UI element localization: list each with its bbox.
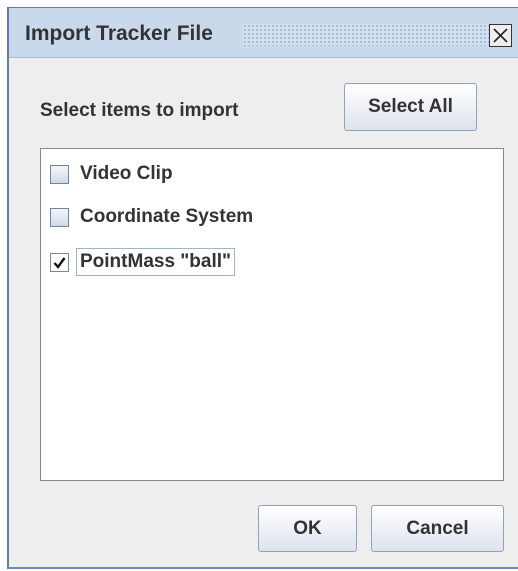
cancel-button[interactable]: Cancel: [371, 505, 504, 552]
coordinate-system-checkbox[interactable]: [50, 207, 69, 227]
import-items-list: Video Clip Coordinate System PointMass "…: [40, 148, 504, 481]
list-item-coordinate-system[interactable]: Coordinate System: [50, 201, 257, 233]
list-item-video-clip[interactable]: Video Clip: [50, 158, 177, 190]
title-bar-grip: [243, 24, 493, 46]
dialog-title: Import Tracker File: [25, 22, 213, 45]
close-button[interactable]: [489, 24, 512, 47]
close-icon: [493, 28, 508, 43]
checkmark-icon: [53, 256, 66, 269]
pointmass-ball-checkbox[interactable]: [50, 252, 69, 272]
coordinate-system-label: Coordinate System: [80, 206, 254, 227]
import-prompt-label: Select items to import: [40, 100, 239, 121]
video-clip-checkbox[interactable]: [50, 164, 69, 184]
select-all-button[interactable]: Select All: [344, 83, 477, 131]
ok-button[interactable]: OK: [258, 505, 357, 552]
list-item-pointmass-ball[interactable]: PointMass "ball": [50, 246, 236, 278]
video-clip-label: Video Clip: [80, 163, 173, 184]
import-tracker-dialog: Import Tracker File Select items to impo…: [7, 7, 518, 569]
title-bar[interactable]: Import Tracker File: [9, 8, 518, 58]
pointmass-ball-label: PointMass "ball": [76, 248, 236, 276]
